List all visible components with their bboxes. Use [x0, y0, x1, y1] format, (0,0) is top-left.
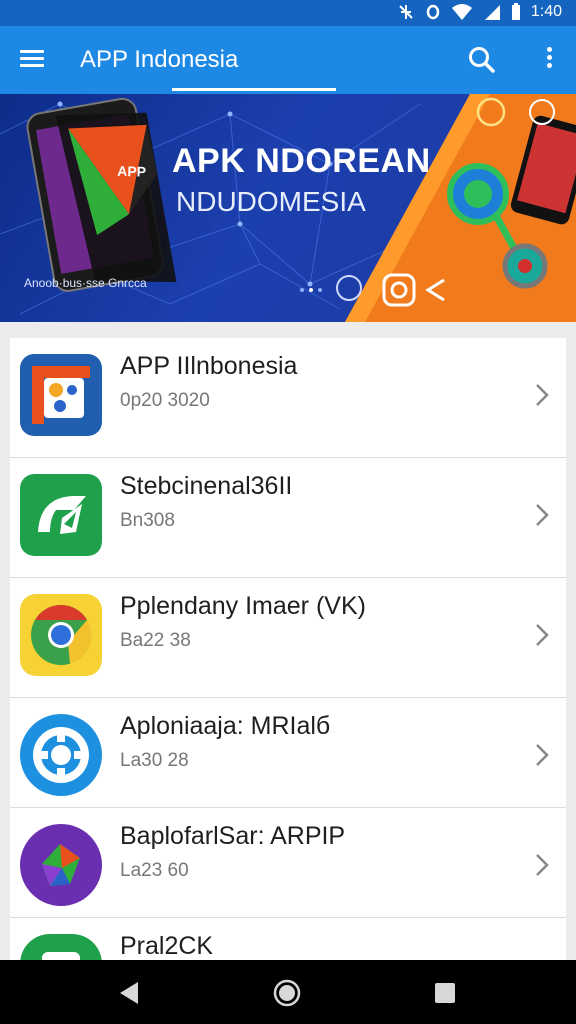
- chevron-right-icon: [536, 384, 549, 406]
- app-bar: APP Indonesia: [0, 26, 576, 94]
- app-list: APP IIlnbonesia 0p20 3020 Stebcinenal36I…: [10, 338, 566, 960]
- status-icons: 1:40: [397, 3, 562, 21]
- banner-pager-dots: [300, 288, 322, 292]
- wifi-icon: [451, 4, 472, 20]
- banner-caption: Anoob·bus·sse Gnrcca: [24, 276, 147, 290]
- list-item[interactable]: Pplendany Imaer (VK) Ba22 38: [10, 578, 566, 698]
- app-meta: La30 28: [120, 750, 189, 771]
- app-name: APP IIlnbonesia: [120, 352, 298, 380]
- blue-gear-app-icon: [20, 714, 102, 796]
- app-name: Stebcinenal36II: [120, 472, 293, 500]
- green-app-icon-partial: [20, 934, 102, 960]
- chevron-right-icon: [536, 504, 549, 526]
- app-meta: Ba22 38: [120, 630, 191, 651]
- recents-square-icon[interactable]: [430, 978, 460, 1008]
- chevron-right-icon: [536, 624, 549, 646]
- search-icon[interactable]: [466, 44, 498, 76]
- app-name: BaplofarlSar: ARPIP: [120, 822, 346, 850]
- signal-icon: [484, 5, 500, 20]
- sync-icon: [426, 4, 440, 20]
- system-nav-bar: [0, 960, 576, 1024]
- battery-icon: [511, 3, 520, 20]
- app-title: APP Indonesia: [80, 46, 239, 73]
- pager-dot-active: [309, 288, 313, 292]
- list-item[interactable]: BaplofarlSar: ARPIP La23 60: [10, 808, 566, 918]
- app-meta: La23 60: [120, 860, 189, 881]
- app-meta: 0p20 3020: [120, 390, 210, 411]
- list-item[interactable]: Stebcinenal36II Bn308: [10, 458, 566, 578]
- banner-subtitle: NDUDOMESIA: [176, 186, 366, 217]
- list-item[interactable]: APP IIlnbonesia 0p20 3020: [10, 338, 566, 458]
- app-name: Aploniaaja: MRIalб: [120, 712, 331, 740]
- green-app-icon: [20, 474, 102, 556]
- list-item[interactable]: Pral2CK: [10, 918, 566, 960]
- app-name: Pral2CK: [120, 932, 214, 960]
- hamburger-menu-icon[interactable]: [20, 46, 50, 74]
- app-meta: Bn308: [120, 510, 175, 531]
- app-name: Pplendany Imaer (VK): [120, 592, 366, 620]
- banner-title: APK NDOREAN: [172, 142, 431, 180]
- purple-app-icon: [20, 824, 102, 906]
- home-circle-icon[interactable]: [272, 978, 302, 1008]
- list-item[interactable]: Aploniaaja: MRIalб La30 28: [10, 698, 566, 808]
- chrome-icon: [20, 594, 102, 676]
- chevron-right-icon: [536, 744, 549, 766]
- overflow-menu-icon[interactable]: [542, 44, 556, 76]
- pager-dot: [300, 288, 304, 292]
- svg-text:APP: APP: [117, 163, 146, 180]
- pager-dot: [318, 288, 322, 292]
- google-photos-icon: [20, 354, 102, 436]
- status-bar: 1:40: [0, 0, 576, 26]
- phone-illustration: APP: [26, 97, 177, 292]
- title-tab-indicator: [172, 88, 336, 91]
- status-time: 1:40: [530, 3, 562, 20]
- notification-icon: [399, 5, 413, 19]
- chevron-right-icon: [536, 854, 549, 876]
- back-triangle-icon[interactable]: [114, 978, 144, 1008]
- promo-banner[interactable]: APP APK NDOREAN NDUDOMESIA Anoob·bus·sse…: [0, 94, 576, 322]
